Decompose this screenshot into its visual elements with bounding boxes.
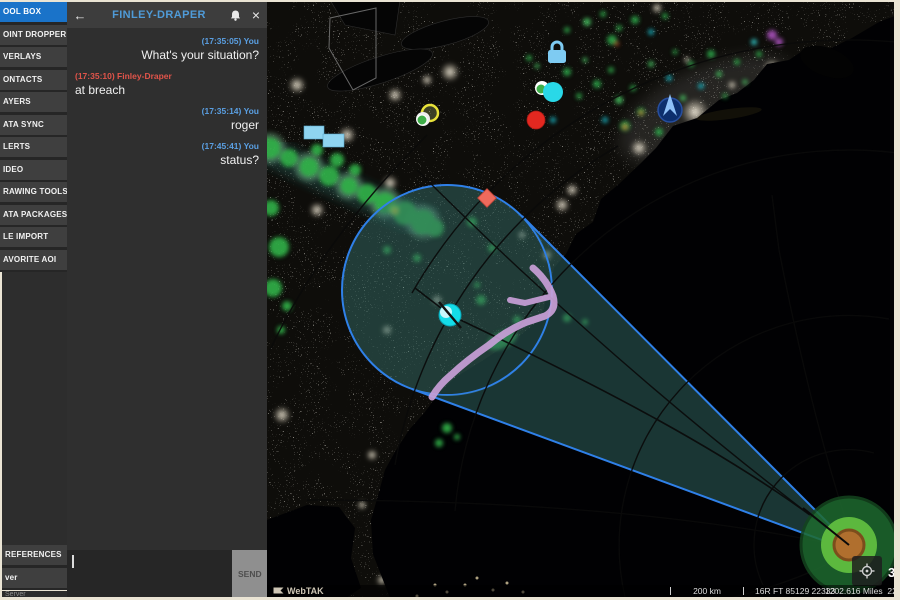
text-cursor — [72, 555, 74, 568]
map-status-bar: WebTAK 200 km 16R FT 85129 22333 1202.61… — [267, 585, 894, 597]
mgrs-coordinates: 16R FT 85129 22333 — [755, 585, 835, 597]
sidebar-item-favorite-aoi[interactable]: AVORITE AOI — [0, 250, 67, 270]
chat-title: FINLEY-DRAPER — [93, 9, 225, 21]
frame-edge-left — [0, 272, 2, 597]
red-circle-marker[interactable] — [527, 111, 545, 129]
webtak-brand: WebTAK — [273, 585, 324, 597]
sidebar-item-data-packages[interactable]: ATA PACKAGES — [0, 205, 67, 225]
send-button[interactable]: SEND — [232, 550, 267, 597]
tool-sidebar: OOL BOX OINT DROPPER VERLAYS ONTACTS AYE… — [0, 2, 67, 597]
message-text: status? — [75, 153, 259, 167]
webtak-app: OOL BOX OINT DROPPER VERLAYS ONTACTS AYE… — [0, 0, 900, 600]
sidebar-spacer — [2, 272, 67, 545]
message-meta: (17:35:05) You — [75, 36, 259, 46]
message-text: at breach — [75, 83, 259, 97]
webtak-flag-icon — [273, 587, 284, 595]
chat-input-row: SEND — [67, 550, 267, 597]
sidebar-item-video[interactable]: IDEO — [0, 160, 67, 180]
sidebar-item-toolbox[interactable]: OOL BOX — [0, 2, 67, 22]
message-meta: (17:45:41) You — [75, 141, 259, 151]
back-icon[interactable]: ← — [67, 8, 93, 23]
frame-edge-top — [0, 0, 900, 2]
chat-message: (17:35:10) Finley-Draper at breach — [75, 71, 259, 97]
sidebar-item-overlays[interactable]: VERLAYS — [0, 47, 67, 67]
message-meta: (17:35:14) You — [75, 106, 259, 116]
sidebar-menu-bottom: REFERENCES ver — [2, 545, 67, 590]
chat-panel: ← FINLEY-DRAPER × (17:35:05) You What's … — [67, 2, 267, 597]
sidebar-item-point-dropper[interactable]: OINT DROPPER — [0, 25, 67, 45]
message-text: roger — [75, 118, 259, 132]
sidebar-menu: OOL BOX OINT DROPPER VERLAYS ONTACTS AYE… — [0, 2, 67, 272]
sidebar-item-file-import[interactable]: LE IMPORT — [0, 227, 67, 247]
chat-message: (17:45:41) You status? — [75, 141, 259, 167]
scale-tick — [743, 587, 744, 595]
map-viewport[interactable]: 3 WebTAK 200 km 16R FT 85129 22333 1202.… — [267, 2, 894, 597]
chat-input[interactable] — [67, 550, 232, 597]
webtak-watermark: WebTAK — [287, 585, 324, 597]
sidebar-item-data-sync[interactable]: ATA SYNC — [0, 115, 67, 135]
scale-label: 200 km — [677, 585, 737, 597]
blue-rect-marker[interactable] — [323, 134, 344, 147]
blue-rect-marker[interactable] — [304, 126, 324, 139]
map-canvas[interactable] — [267, 2, 894, 597]
sidebar-item-preferences[interactable]: REFERENCES — [2, 545, 67, 565]
bell-icon[interactable] — [225, 9, 245, 22]
sidebar-item-drawing-tools[interactable]: RAWING TOOLS — [0, 182, 67, 202]
chat-header: ← FINLEY-DRAPER × — [67, 2, 267, 28]
sidebar-item-contacts[interactable]: ONTACTS — [0, 70, 67, 90]
range-bearing-readout: 1202.616 Miles 226. — [825, 585, 894, 597]
crosshair-icon — [859, 563, 875, 579]
chat-message: (17:35:05) You What's your situation? — [75, 36, 259, 62]
frame-edge-right — [894, 2, 900, 597]
chat-messages: (17:35:05) You What's your situation? (1… — [67, 28, 267, 176]
message-text: What's your situation? — [75, 48, 259, 62]
chat-message: (17:35:14) You roger — [75, 106, 259, 132]
message-meta: (17:35:10) Finley-Draper — [75, 71, 259, 81]
sidebar-item-alerts[interactable]: LERTS — [0, 137, 67, 157]
close-icon[interactable]: × — [245, 7, 267, 23]
sidebar-item-server[interactable]: ver — [2, 568, 67, 588]
scale-tick — [670, 587, 671, 595]
sidebar-item-layers[interactable]: AYERS — [0, 92, 67, 112]
gps-locate-button[interactable] — [852, 556, 882, 586]
